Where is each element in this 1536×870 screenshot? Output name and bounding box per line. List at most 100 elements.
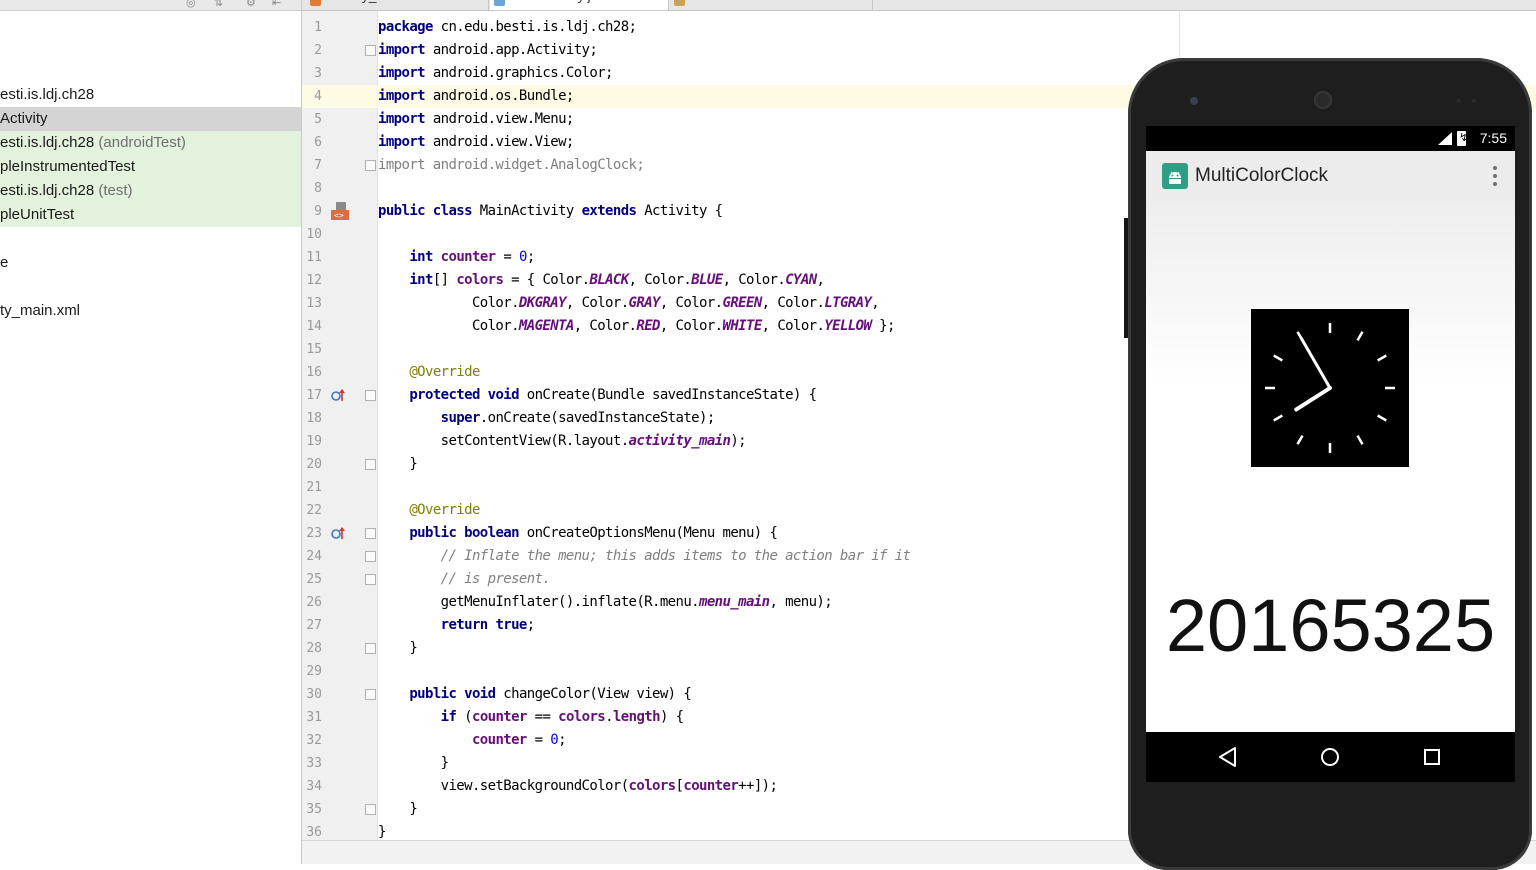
- editor-tab-label: MainActivity.java: [510, 0, 613, 3]
- code-text: counter = 0;: [471, 732, 567, 748]
- code-text: int counter = 0;: [409, 249, 535, 265]
- code-text: view.setBackgroundColor(colors[counter++…: [378, 778, 778, 794]
- recents-icon[interactable]: [1420, 745, 1444, 769]
- line-number: 21: [306, 480, 322, 495]
- line-number: 25: [306, 572, 322, 587]
- back-icon[interactable]: [1216, 745, 1240, 769]
- editor-tab-label: activity_main.xml: [326, 0, 433, 3]
- clock-tick: [1356, 435, 1364, 445]
- app-content[interactable]: 20165325: [1146, 201, 1515, 732]
- device-screen[interactable]: ↯ 7:55 MultiColorClock 20165325: [1146, 126, 1515, 782]
- code-text: }: [378, 801, 418, 817]
- project-tree-item[interactable]: ty_main.xml: [0, 299, 301, 323]
- code-text: package cn.edu.besti.is.ldj.ch28;: [378, 19, 637, 35]
- code-text: }: [378, 456, 418, 472]
- project-tree-item-label: esti.is.ldj.ch28: [0, 182, 95, 199]
- clock-tick: [1273, 354, 1283, 362]
- code-text: getMenuInflater().inflate(R.menu.menu_ma…: [378, 594, 833, 610]
- project-tree-item[interactable]: [0, 227, 301, 251]
- code-text: @Override: [409, 364, 480, 380]
- gear-icon[interactable]: ⚙: [246, 0, 256, 9]
- close-tab-icon[interactable]: ✕: [621, 0, 630, 3]
- editor-tab[interactable]: MainActivity.java ✕: [490, 0, 669, 10]
- line-number: 34: [306, 779, 322, 794]
- clock-tick: [1356, 331, 1364, 341]
- navigation-bar: [1146, 732, 1515, 782]
- status-bar: ↯ 7:55: [1146, 126, 1515, 151]
- project-tree-item[interactable]: esti.is.ldj.ch28: [0, 83, 301, 107]
- code-line[interactable]: 1 package cn.edu.besti.is.ldj.ch28;: [302, 16, 1536, 39]
- line-number: 31: [306, 710, 322, 725]
- file-type-icon: [494, 0, 505, 6]
- project-tree-item[interactable]: pleUnitTest: [0, 203, 301, 227]
- clock-tick: [1377, 354, 1387, 362]
- code-text: // Inflate the menu; this adds items to …: [440, 548, 911, 564]
- code-text: return true;: [440, 617, 536, 633]
- code-text: }: [378, 640, 418, 656]
- line-number: 14: [306, 319, 322, 334]
- home-icon[interactable]: [1318, 745, 1342, 769]
- speaker-grille-icon: [1314, 91, 1332, 109]
- line-number: 28: [306, 641, 322, 656]
- clock-hour-hand: [1294, 386, 1332, 412]
- analog-clock[interactable]: [1251, 309, 1409, 467]
- editor-tab[interactable]: activity_main.xml ✕: [306, 0, 489, 10]
- line-number: 33: [306, 756, 322, 771]
- line-number: 24: [306, 549, 322, 564]
- project-tree-item[interactable]: esti.is.ldj.ch28 (androidTest): [0, 131, 301, 155]
- close-tab-icon[interactable]: ✕: [825, 0, 834, 3]
- line-number: 10: [306, 227, 322, 242]
- code-text: import android.app.Activity;: [378, 42, 598, 58]
- project-tree-item[interactable]: e: [0, 251, 301, 275]
- code-text: protected void onCreate(Bundle savedInst…: [409, 387, 817, 403]
- line-number: 18: [306, 411, 322, 426]
- project-tree-item[interactable]: pleInstrumentedTest: [0, 155, 301, 179]
- editor-tab-bar: activity_main.xml✕MainActivity.java✕Andr…: [302, 0, 1536, 11]
- project-tree-item-label: Activity: [0, 110, 48, 127]
- status-time: 7:55: [1479, 130, 1507, 146]
- app-title: MultiColorClock: [1195, 165, 1329, 186]
- line-number: 30: [306, 687, 322, 702]
- line-number: 20: [306, 457, 322, 472]
- file-type-icon: [310, 0, 321, 6]
- hide-panel-icon[interactable]: ⇤: [272, 0, 281, 9]
- code-text: super.onCreate(savedInstanceState);: [440, 410, 716, 426]
- clock-tick: [1273, 414, 1283, 422]
- line-number: 26: [306, 595, 322, 610]
- code-text: public void changeColor(View view) {: [409, 686, 692, 702]
- project-tree-item-label: esti.is.ldj.ch28: [0, 134, 95, 151]
- line-number: 23: [306, 526, 322, 541]
- code-text: import android.widget.AnalogClock;: [378, 157, 645, 173]
- collapse-icon[interactable]: ⇅: [214, 0, 223, 9]
- line-number: 16: [306, 365, 322, 380]
- android-robot-icon: [1162, 163, 1188, 189]
- clock-tick: [1377, 414, 1387, 422]
- code-text: import android.graphics.Color;: [378, 65, 613, 81]
- project-tree-item[interactable]: esti.is.ldj.ch28 (test): [0, 179, 301, 203]
- file-type-icon: [674, 0, 685, 6]
- code-text: public boolean onCreateOptionsMenu(Menu …: [409, 525, 778, 541]
- project-tree-panel: ◎ ⇅ ⚙ ⇤ esti.is.ldj.ch28 Activity esti.is.…: [0, 0, 302, 864]
- code-text: import android.os.Bundle;: [378, 88, 574, 104]
- project-tree-item[interactable]: Activity: [0, 107, 301, 131]
- overflow-menu-icon[interactable]: [1491, 164, 1499, 188]
- line-number: 1: [314, 20, 322, 35]
- line-number: 8: [314, 181, 322, 196]
- line-number: 29: [306, 664, 322, 679]
- project-tree-item-suffix: (test): [94, 182, 133, 199]
- line-number: 9: [314, 204, 322, 219]
- app-action-bar: MultiColorClock: [1146, 151, 1515, 201]
- code-text: public class MainActivity extends Activi…: [378, 203, 723, 219]
- clock-minute-hand: [1299, 336, 1332, 390]
- signal-icon: [1438, 132, 1452, 145]
- android-emulator: ↯ 7:55 MultiColorClock 20165325: [1124, 58, 1532, 870]
- code-text: setContentView(R.layout.activity_main);: [378, 433, 747, 449]
- project-tree-item[interactable]: [0, 275, 301, 299]
- line-number: 13: [306, 296, 322, 311]
- close-tab-icon[interactable]: ✕: [441, 0, 450, 3]
- code-text: int[] colors = { Color.BLACK, Color.BLUE…: [409, 272, 825, 288]
- code-text: @Override: [409, 502, 480, 518]
- target-icon[interactable]: ◎: [186, 0, 196, 9]
- line-number: 22: [306, 503, 322, 518]
- editor-tab[interactable]: AndroidManifest.xml ✕: [670, 0, 873, 10]
